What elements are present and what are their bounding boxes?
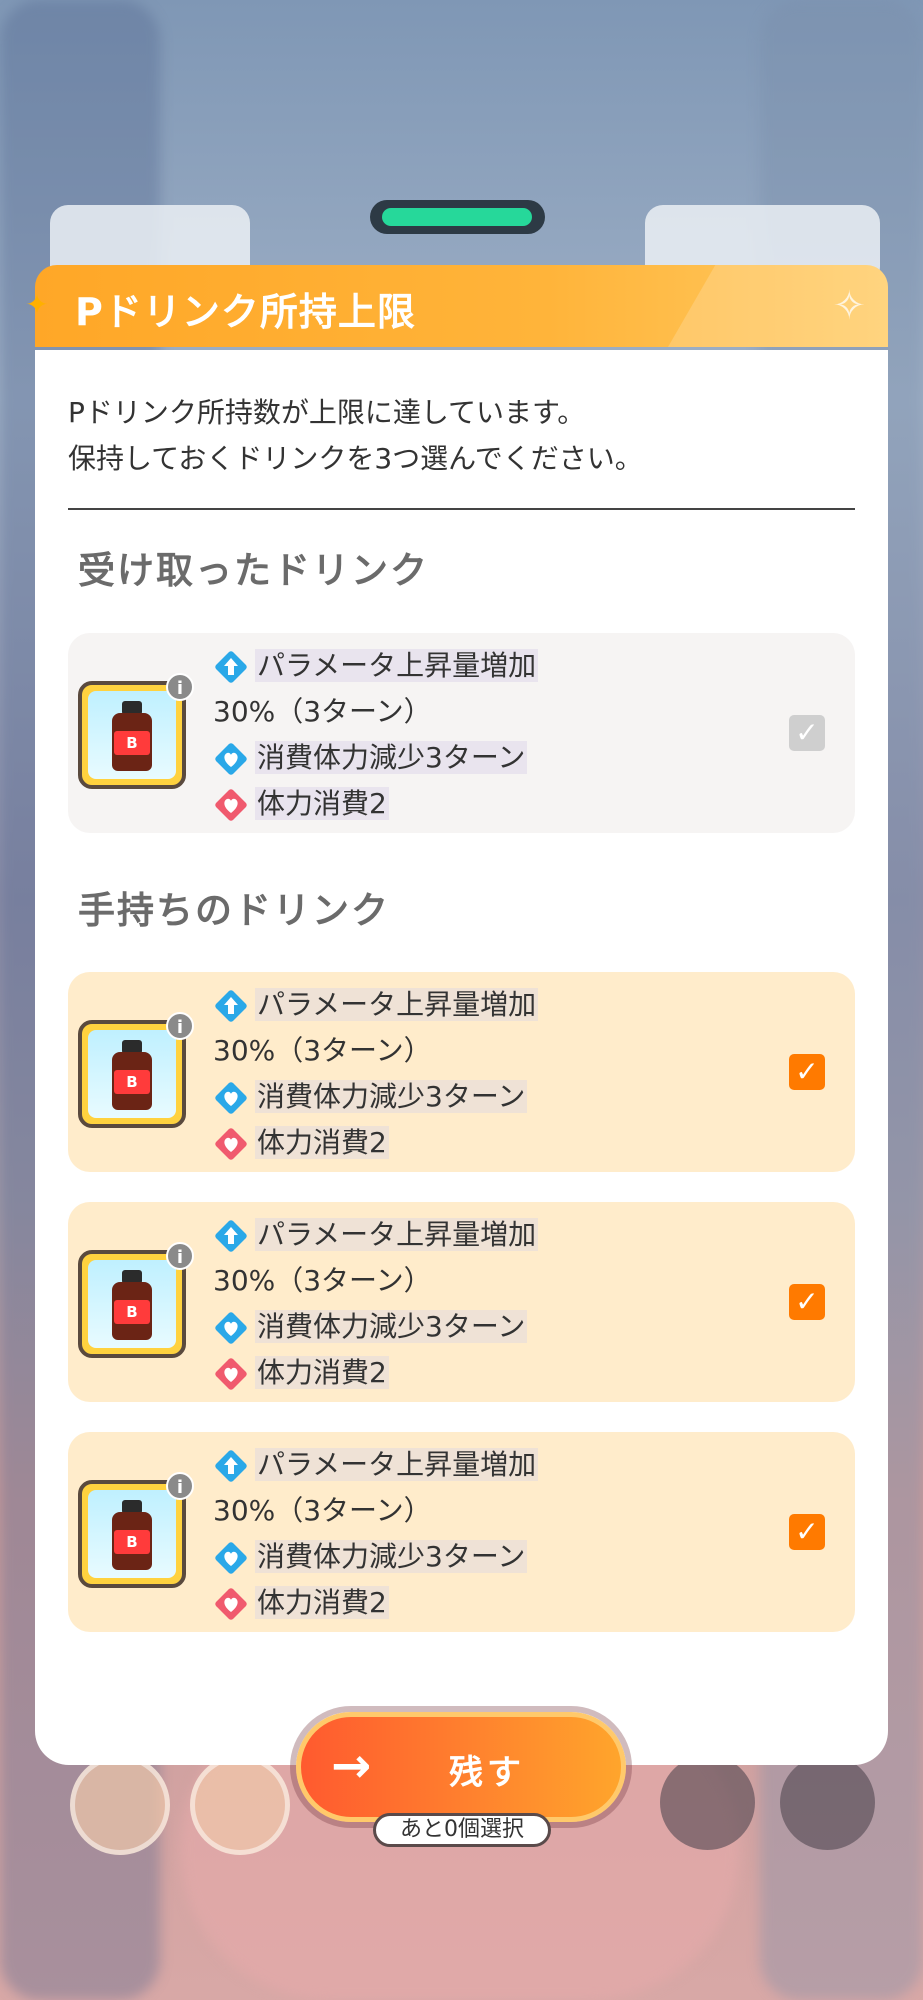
keep-button[interactable]: → 残す [296,1712,626,1822]
arrow-up-diamond-icon [215,990,247,1022]
owned-drink-card[interactable]: B i パラメータ上昇量増加 30%（3ターン） 消費体力減少3ターン 体力消費… [68,1432,855,1632]
arrow-up-diamond-icon [215,1220,247,1252]
stamina-diamond-icon [215,1312,247,1344]
dialog-title: Pドリンク所持上限 [75,290,416,334]
effect-text: 消費体力減少3ターン [255,1310,528,1343]
stamina-diamond-icon [215,1082,247,1114]
check-icon[interactable]: ✓ [789,1284,825,1320]
drink-effects: パラメータ上昇量増加 30%（3ターン） 消費体力減少3ターン 体力消費2 [213,643,693,827]
effect-text: パラメータ上昇量増加 [255,1448,539,1481]
effect-text: パラメータ上昇量増加 [255,1218,539,1251]
heart-diamond-icon [215,1358,247,1390]
check-icon[interactable]: ✓ [789,715,825,751]
drink-effects: パラメータ上昇量増加 30%（3ターン） 消費体力減少3ターン 体力消費2 [213,1212,693,1396]
effect-text: パラメータ上昇量増加 [255,649,539,682]
arrow-up-diamond-icon [215,651,247,683]
effect-text: 30%（3ターン） [213,695,432,728]
owned-drink-card[interactable]: B i パラメータ上昇量増加 30%（3ターン） 消費体力減少3ターン 体力消費… [68,972,855,1172]
heart-diamond-icon [215,789,247,821]
owned-drink-card[interactable]: B i パラメータ上昇量増加 30%（3ターン） 消費体力減少3ターン 体力消費… [68,1202,855,1402]
drink-bottle-icon: B [88,1260,176,1348]
received-drink-card[interactable]: B i パラメータ上昇量増加 30%（3ターン） 消費体力減少3ターン 体力消費… [68,633,855,833]
effect-text: 消費体力減少3ターン [255,741,528,774]
dialog-message-line: 保持しておくドリンクを3つ選んでください。 [68,442,643,475]
check-icon[interactable]: ✓ [789,1054,825,1090]
effect-text: パラメータ上昇量増加 [255,988,539,1021]
effect-text: 体力消費2 [255,787,389,820]
effect-text: 30%（3ターン） [213,1034,432,1067]
effect-text: 30%（3ターン） [213,1264,432,1297]
arrow-right-icon: → [331,1738,372,1794]
section-title-received: 受け取ったドリンク [78,549,429,592]
effect-text: 消費体力減少3ターン [255,1540,528,1573]
dialog-header: Pドリンク所持上限 ✧ [35,265,888,347]
effect-text: 30%（3ターン） [213,1494,432,1527]
heart-diamond-icon [215,1128,247,1160]
effect-text: 体力消費2 [255,1126,389,1159]
effect-text: 体力消費2 [255,1586,389,1619]
section-title-owned: 手持ちのドリンク [78,889,390,932]
remaining-count-badge: あと0個選択 [373,1813,551,1847]
check-icon[interactable]: ✓ [789,1514,825,1550]
arrow-up-diamond-icon [215,1450,247,1482]
drink-bottle-label: B [114,731,150,755]
drink-bottle-label: B [114,1530,150,1554]
info-icon[interactable]: i [166,673,194,701]
dialog-message: Pドリンク所持数が上限に達しています。 保持しておくドリンクを3つ選んでください… [68,390,643,482]
star-icon: ✦ [25,288,49,321]
divider [68,508,855,510]
background-hud-meter-fill [382,208,532,226]
drink-bottle-icon: B [88,691,176,779]
background-button [660,1755,755,1850]
sparkle-icon: ✧ [832,283,866,329]
drink-bottle-label: B [114,1300,150,1324]
effect-text: 体力消費2 [255,1356,389,1389]
drink-bottle-label: B [114,1070,150,1094]
drink-effects: パラメータ上昇量増加 30%（3ターン） 消費体力減少3ターン 体力消費2 [213,1442,693,1626]
info-icon[interactable]: i [166,1472,194,1500]
info-icon[interactable]: i [166,1012,194,1040]
drink-bottle-icon: B [88,1490,176,1578]
stamina-diamond-icon [215,1542,247,1574]
dialog-message-line: Pドリンク所持数が上限に達しています。 [68,396,586,429]
background-drink-slot [70,1755,170,1855]
background-button [780,1755,875,1850]
drink-effects: パラメータ上昇量増加 30%（3ターン） 消費体力減少3ターン 体力消費2 [213,982,693,1166]
drink-bottle-icon: B [88,1030,176,1118]
stamina-diamond-icon [215,743,247,775]
info-icon[interactable]: i [166,1242,194,1270]
effect-text: 消費体力減少3ターン [255,1080,528,1113]
background-drink-slot [190,1755,290,1855]
keep-button-label: 残す [449,1753,525,1793]
heart-diamond-icon [215,1588,247,1620]
